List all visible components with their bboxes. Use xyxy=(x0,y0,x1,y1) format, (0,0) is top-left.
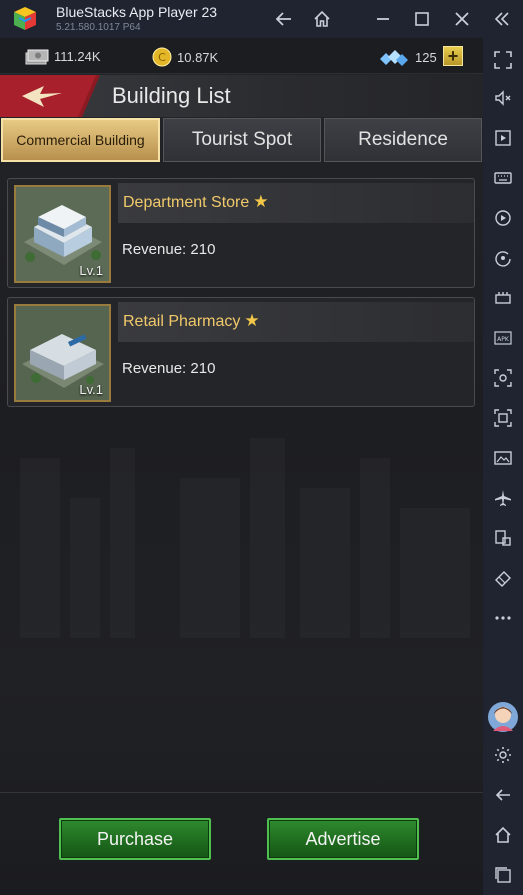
app-title: BlueStacks App Player 23 xyxy=(56,4,218,20)
coin-value: 10.87K xyxy=(177,49,219,65)
bluestacks-window: BlueStacks App Player 23 5.21.580.1017 P… xyxy=(0,0,523,895)
emulator-sidebar: APK xyxy=(483,38,523,895)
card-header: Department Store ★ xyxy=(118,183,474,223)
plus-icon: + xyxy=(447,46,459,66)
star-icon: ★ xyxy=(244,311,260,330)
building-name-text: Department Store xyxy=(123,194,250,211)
rotate-icon[interactable] xyxy=(491,246,515,270)
purchase-button[interactable]: Purchase xyxy=(59,818,211,860)
building-name: Department Store ★ xyxy=(123,192,269,212)
add-diamonds-button[interactable]: + xyxy=(443,46,463,66)
user-avatar[interactable] xyxy=(487,701,519,733)
home-icon[interactable] xyxy=(309,6,335,32)
coin-resource: C 10.87K xyxy=(152,47,218,67)
advertise-button[interactable]: Advertise xyxy=(267,818,419,860)
volume-mute-icon[interactable] xyxy=(491,86,515,110)
back-badge-icon[interactable] xyxy=(0,75,100,117)
svg-text:C: C xyxy=(158,51,166,64)
cash-value: 111.24K xyxy=(54,48,101,64)
tab-tourist-spot[interactable]: Tourist Spot xyxy=(163,118,321,162)
page-header: Building List xyxy=(0,75,483,117)
diamond-value: 125 xyxy=(415,49,437,65)
revenue-text: Revenue: 210 xyxy=(122,360,216,377)
building-card-department-store[interactable]: Lv.1 Department Store ★ Revenue: 210 xyxy=(7,178,475,288)
collapse-sidebar-icon[interactable] xyxy=(489,6,515,32)
install-apk-icon[interactable]: APK xyxy=(491,326,515,350)
android-back-icon[interactable] xyxy=(491,783,515,807)
media-folder-icon[interactable] xyxy=(491,446,515,470)
settings-gear-icon[interactable] xyxy=(491,743,515,767)
minimize-icon[interactable] xyxy=(370,6,396,32)
title-bar: BlueStacks App Player 23 5.21.580.1017 P… xyxy=(0,0,523,38)
screen-record-icon[interactable] xyxy=(491,206,515,230)
cash-resource: 111.24K xyxy=(25,47,101,65)
keyboard-icon[interactable] xyxy=(491,166,515,190)
more-options-icon[interactable] xyxy=(491,606,515,630)
footer-divider xyxy=(0,792,483,793)
bluestacks-logo-icon xyxy=(10,4,40,34)
tab-commercial-building[interactable]: Commercial Building xyxy=(1,118,160,162)
app-version: 5.21.580.1017 P64 xyxy=(56,22,141,33)
diamond-resource: 125 xyxy=(378,47,437,67)
building-name-text: Retail Pharmacy xyxy=(123,313,241,330)
building-category-tabs: Commercial Building Tourist Spot Residen… xyxy=(0,118,483,162)
screenshot-icon[interactable] xyxy=(491,366,515,390)
card-header: Retail Pharmacy ★ xyxy=(118,302,474,342)
star-icon: ★ xyxy=(253,192,269,211)
svg-text:APK: APK xyxy=(497,336,510,343)
tab-residence[interactable]: Residence xyxy=(324,118,482,162)
close-icon[interactable] xyxy=(449,6,475,32)
resource-bar: 111.24K C 10.87K 125 + xyxy=(0,38,483,74)
city-skyline-background xyxy=(20,438,470,638)
screen-capture-icon[interactable] xyxy=(491,406,515,430)
macro-icon[interactable] xyxy=(491,286,515,310)
cash-stack-icon xyxy=(25,49,49,65)
level-label: Lv.1 xyxy=(79,382,103,397)
building-card-retail-pharmacy[interactable]: Lv.1 Retail Pharmacy ★ Revenue: 210 xyxy=(7,297,475,407)
recent-apps-icon[interactable] xyxy=(491,863,515,887)
eco-mode-icon[interactable] xyxy=(491,566,515,590)
fullscreen-icon[interactable] xyxy=(491,48,515,72)
back-arrow-icon[interactable] xyxy=(271,6,297,32)
diamond-pile-icon xyxy=(380,50,408,66)
multi-instance-icon[interactable] xyxy=(491,526,515,550)
building-name: Retail Pharmacy ★ xyxy=(123,311,260,331)
page-title: Building List xyxy=(112,83,231,108)
media-play-icon[interactable] xyxy=(491,126,515,150)
revenue-text: Revenue: 210 xyxy=(122,241,216,258)
airplane-mode-icon[interactable] xyxy=(491,486,515,510)
level-label: Lv.1 xyxy=(79,263,103,278)
android-home-icon[interactable] xyxy=(491,823,515,847)
building-thumbnail: Lv.1 xyxy=(14,185,111,283)
building-thumbnail: Lv.1 xyxy=(14,304,111,402)
game-area: 111.24K C 10.87K 125 + Building List Com… xyxy=(0,38,483,895)
maximize-icon[interactable] xyxy=(409,6,435,32)
gold-coin-icon: C xyxy=(152,47,172,67)
